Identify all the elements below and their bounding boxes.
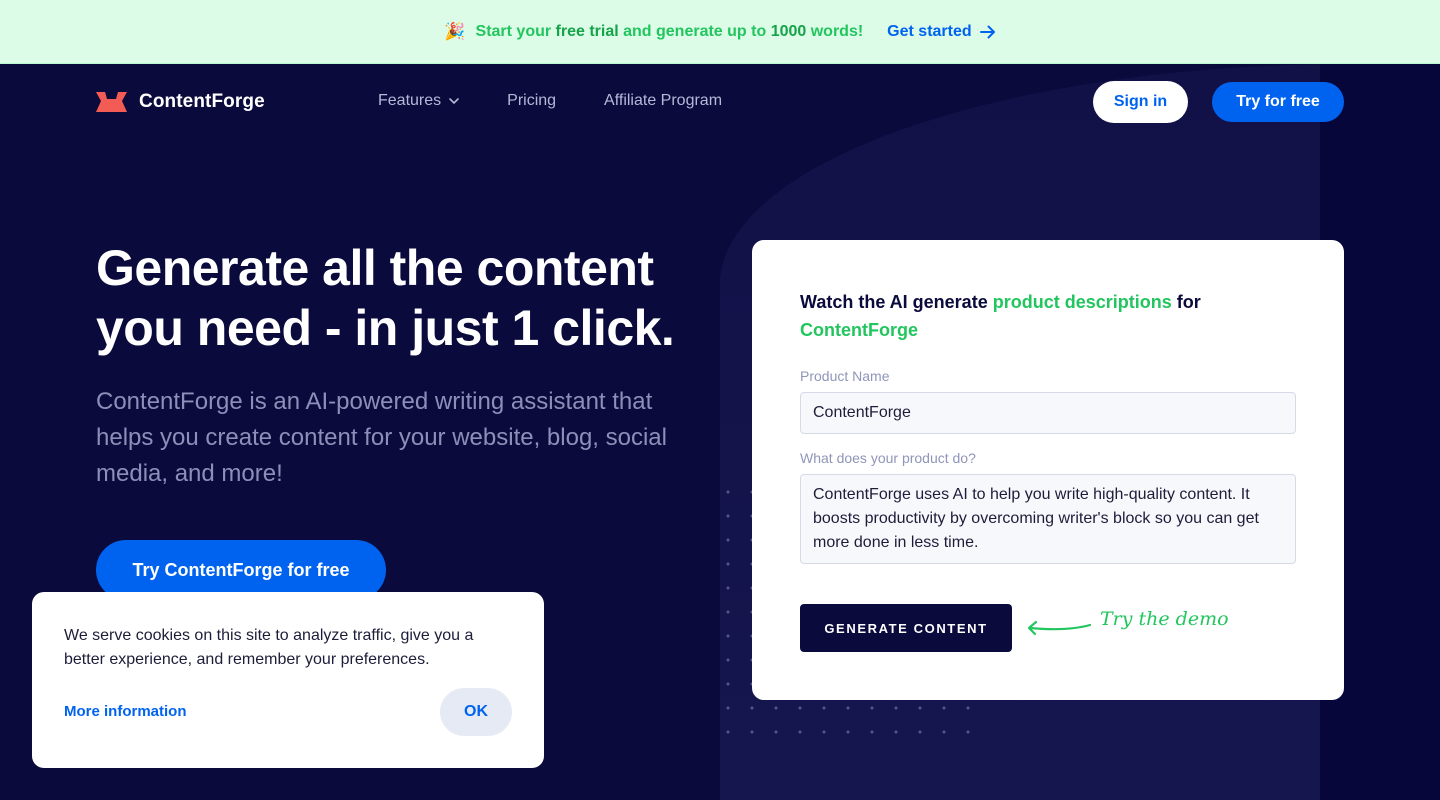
- cookie-message: We serve cookies on this site to analyze…: [64, 627, 474, 668]
- top-navigation: ContentForge Features Pricing Affiliate …: [0, 64, 1440, 140]
- demo-title: Watch the AI generate product descriptio…: [800, 288, 1250, 344]
- demo-product-name: ContentForge: [800, 320, 918, 340]
- chevron-down-icon: [449, 98, 459, 104]
- product-description-textarea[interactable]: ContentForge uses AI to help you write h…: [800, 474, 1296, 564]
- brand-name: ContentForge: [139, 91, 265, 112]
- nav-features[interactable]: Features: [378, 92, 459, 110]
- arrow-right-icon: [979, 25, 995, 38]
- try-the-demo-hint: Try the demo: [1100, 608, 1229, 630]
- more-information-link[interactable]: More information: [64, 703, 187, 720]
- announcement-message: Start your free trial and generate up to…: [476, 23, 864, 41]
- demo-content-type: product descriptions: [992, 292, 1172, 312]
- arrow-left-icon: [1027, 620, 1092, 636]
- get-started-label: Get started: [887, 22, 972, 40]
- nav-pricing[interactable]: Pricing: [507, 92, 556, 110]
- hero-title: Generate all the content you need - in j…: [96, 240, 675, 356]
- sign-in-button[interactable]: Sign in: [1093, 81, 1188, 123]
- announcement-prefix: Start your: [475, 22, 556, 40]
- announcement-suffix: words!: [806, 22, 864, 40]
- demo-card: Watch the AI generate product descriptio…: [752, 240, 1344, 700]
- try-contentforge-button[interactable]: Try ContentForge for free: [96, 540, 386, 600]
- get-started-link[interactable]: Get started: [887, 23, 995, 41]
- demo-title-middle: for: [1171, 292, 1201, 312]
- product-name-label: Product Name: [800, 368, 890, 384]
- cookie-banner: We serve cookies on this site to analyze…: [32, 592, 544, 768]
- announcement-bar: 🎉 Start your free trial and generate up …: [0, 0, 1440, 64]
- party-popper-icon: 🎉: [444, 21, 466, 41]
- announcement-word-count: 1000: [770, 22, 807, 40]
- contentforge-logo-icon: [96, 92, 127, 112]
- generate-content-button[interactable]: GENERATE CONTENT: [800, 604, 1012, 652]
- cookie-ok-button[interactable]: OK: [440, 688, 512, 736]
- try-for-free-button[interactable]: Try for free: [1212, 82, 1344, 122]
- brand-logo[interactable]: ContentForge: [96, 91, 265, 113]
- nav-features-label: Features: [378, 92, 442, 109]
- product-description-label: What does your product do?: [800, 450, 976, 466]
- nav-affiliate-program[interactable]: Affiliate Program: [604, 92, 722, 110]
- nav-links: Features Pricing Affiliate Program: [378, 92, 722, 110]
- announcement-free-trial: free trial: [555, 22, 619, 40]
- product-name-input[interactable]: [800, 392, 1296, 434]
- hero-subtitle: ContentForge is an AI-powered writing as…: [96, 388, 667, 487]
- demo-title-prefix: Watch the AI generate: [800, 292, 993, 312]
- announcement-middle: and generate up to: [618, 22, 771, 40]
